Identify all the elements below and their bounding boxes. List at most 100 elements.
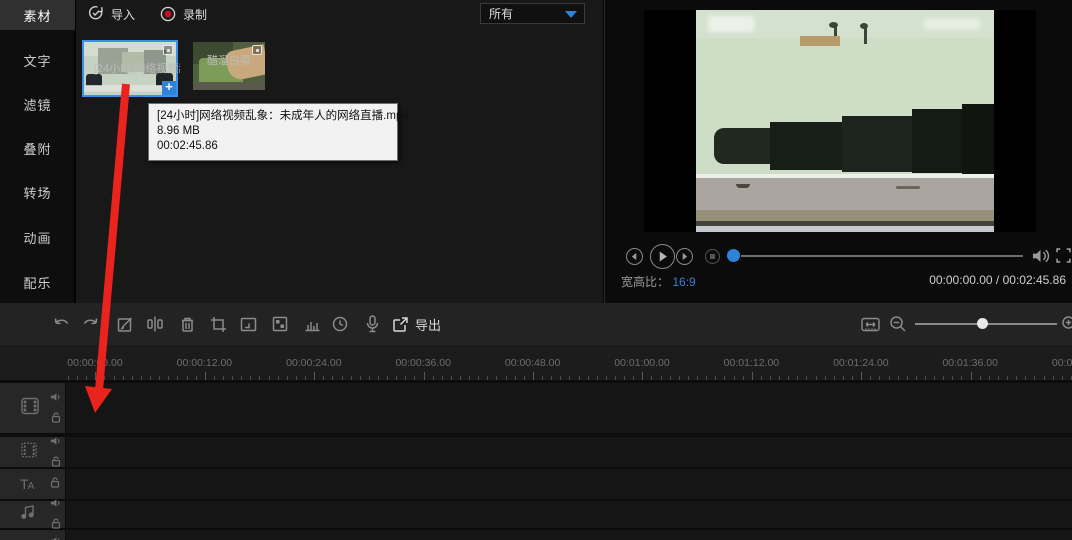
mute-track-icon[interactable] <box>50 495 61 513</box>
undo-button[interactable] <box>50 312 74 336</box>
fit-timeline-button[interactable] <box>858 312 882 336</box>
export-icon <box>392 316 409 333</box>
sidebar-item-animation[interactable]: 动画 <box>0 222 75 252</box>
sidebar-item-music[interactable]: 配乐 <box>0 267 75 297</box>
ruler-label: 00:01:36.00 <box>942 357 997 369</box>
zoom-in-button[interactable] <box>1058 312 1072 336</box>
desk <box>800 36 840 46</box>
glitch-block <box>912 109 964 173</box>
zoom-out-button[interactable] <box>886 312 910 336</box>
thumb1-add-to-timeline-icon[interactable]: + <box>162 81 176 95</box>
ruler-label: 00:01:00.00 <box>614 357 669 369</box>
mute-track-icon[interactable] <box>50 389 61 407</box>
crop-button[interactable] <box>206 312 230 336</box>
video-track-icon <box>20 441 38 464</box>
previous-frame-button[interactable] <box>626 248 643 265</box>
export-button[interactable]: 导出 <box>392 312 441 336</box>
next-frame-button[interactable] <box>676 248 693 265</box>
video-track2-lane[interactable] <box>66 437 1072 467</box>
text-track-icon: TA <box>20 476 33 492</box>
split-clip-button[interactable] <box>143 312 167 336</box>
ruler-tick <box>861 372 862 380</box>
ruler-label: 00:01:48.00 <box>1052 357 1072 369</box>
freeze-frame-button[interactable] <box>300 312 324 336</box>
preview-info-row: 宽高比： 16:9 00:00:00.00 / 00:02:45.86 <box>621 273 1066 291</box>
mute-track-icon[interactable] <box>50 433 61 451</box>
glitch-block <box>770 122 844 170</box>
sidebar-item-filter[interactable]: 滤镜 <box>0 89 75 119</box>
preview-video-frame <box>696 10 994 232</box>
timeline-ruler[interactable]: 00:00:00.0000:00:12.0000:00:24.0000:00:3… <box>0 345 1072 380</box>
timeline-toolbar: 导出 <box>0 303 1072 345</box>
sidebar-item-overlay[interactable]: 叠附 <box>0 133 75 163</box>
figure <box>860 23 868 29</box>
export-label: 导出 <box>415 315 441 334</box>
tooltip-filesize: 8.96 MB <box>157 124 389 139</box>
thumb1-filmstrip <box>86 85 165 90</box>
mosaic-button[interactable] <box>268 312 292 336</box>
sound-track-header <box>0 530 65 540</box>
volume-button[interactable] <box>1031 247 1050 270</box>
fullscreen-button[interactable] <box>1056 248 1071 268</box>
sound-track-icon <box>20 534 34 540</box>
sidebar-item-material[interactable]: 素材 <box>0 0 75 30</box>
preview-scrubber-handle[interactable] <box>727 249 740 262</box>
preview-progress-bar[interactable] <box>741 255 1023 257</box>
zoom-region-button[interactable] <box>236 312 260 336</box>
aspect-ratio-value[interactable]: 16:9 <box>672 275 695 289</box>
record-button[interactable]: 录制 <box>160 4 207 24</box>
import-label: 导入 <box>111 6 135 23</box>
timeline-zoom-handle[interactable] <box>977 318 988 329</box>
music-track-lane[interactable] <box>66 501 1072 528</box>
bottom-band <box>696 226 994 232</box>
ruler-label: 00:01:12.00 <box>724 357 779 369</box>
mute-track-icon[interactable] <box>50 533 61 540</box>
music-track-icon <box>20 504 36 525</box>
thumb1-caption: [24小时]网络视频乱象：未成年人的网络直播.mp4 <box>94 60 180 76</box>
record-label: 录制 <box>183 6 207 23</box>
lock-track-icon[interactable] <box>51 410 61 428</box>
thumb1-clip-badge-icon <box>163 45 173 55</box>
figure <box>829 22 838 28</box>
delete-clip-button[interactable] <box>175 312 199 336</box>
timeline-panel: 导出 00:00:00.0000:00:12.0000:00:24.0000:0… <box>0 303 1072 540</box>
stop-button[interactable] <box>705 249 720 264</box>
play-button[interactable] <box>650 244 675 269</box>
duration-button[interactable] <box>328 312 352 336</box>
ruler-label: 00:00:24.00 <box>286 357 341 369</box>
sound-track-lane[interactable] <box>66 530 1072 540</box>
preview-panel: 宽高比： 16:9 00:00:00.00 / 00:02:45.86 <box>604 0 1072 303</box>
voiceover-mic-button[interactable] <box>360 312 384 336</box>
import-button[interactable]: 导入 <box>88 4 135 24</box>
ruler-tick <box>205 372 206 380</box>
aspect-ratio-label: 宽高比： <box>621 275 669 289</box>
thumb2-caption: 醋溜白菜 <box>197 52 261 68</box>
channel-logo <box>708 16 754 32</box>
import-icon <box>88 5 104 24</box>
media-filter-value: 所有 <box>489 5 513 22</box>
watermark <box>924 18 980 30</box>
media-filter-dropdown[interactable]: 所有 <box>480 3 585 24</box>
video-track1-lane[interactable] <box>66 383 1072 433</box>
video-editor-app: 素材 文字 滤镜 叠附 转场 动画 配乐 导入 录制 <box>0 0 1072 540</box>
redo-button[interactable] <box>78 312 102 336</box>
ruler-label: 00:00:48.00 <box>505 357 560 369</box>
ruler-label: 00:01:24.00 <box>833 357 888 369</box>
ruler-tick <box>533 372 534 380</box>
ruler-tick <box>95 372 96 380</box>
video-track1-header <box>0 383 65 433</box>
text-track-lane[interactable] <box>66 469 1072 499</box>
edit-clip-button[interactable] <box>113 312 137 336</box>
video-track-icon <box>20 396 40 421</box>
ruler-tick <box>642 372 643 380</box>
ruler-label: 00:00:36.00 <box>395 357 450 369</box>
tooltip-filename: [24小时]网络视频乱象：未成年人的网络直播.mp4 <box>157 109 389 124</box>
timecode: 00:00:00.00 / 00:02:45.86 <box>929 273 1066 287</box>
sidebar-item-transition[interactable]: 转场 <box>0 177 75 207</box>
ruler-tick <box>424 372 425 380</box>
glitch-block <box>842 116 914 172</box>
sidebar: 素材 文字 滤镜 叠附 转场 动画 配乐 <box>0 0 75 303</box>
sidebar-item-text[interactable]: 文字 <box>0 45 75 75</box>
ruler-label: 00:00:00.00 <box>67 357 122 369</box>
lock-track-icon[interactable] <box>50 475 60 493</box>
